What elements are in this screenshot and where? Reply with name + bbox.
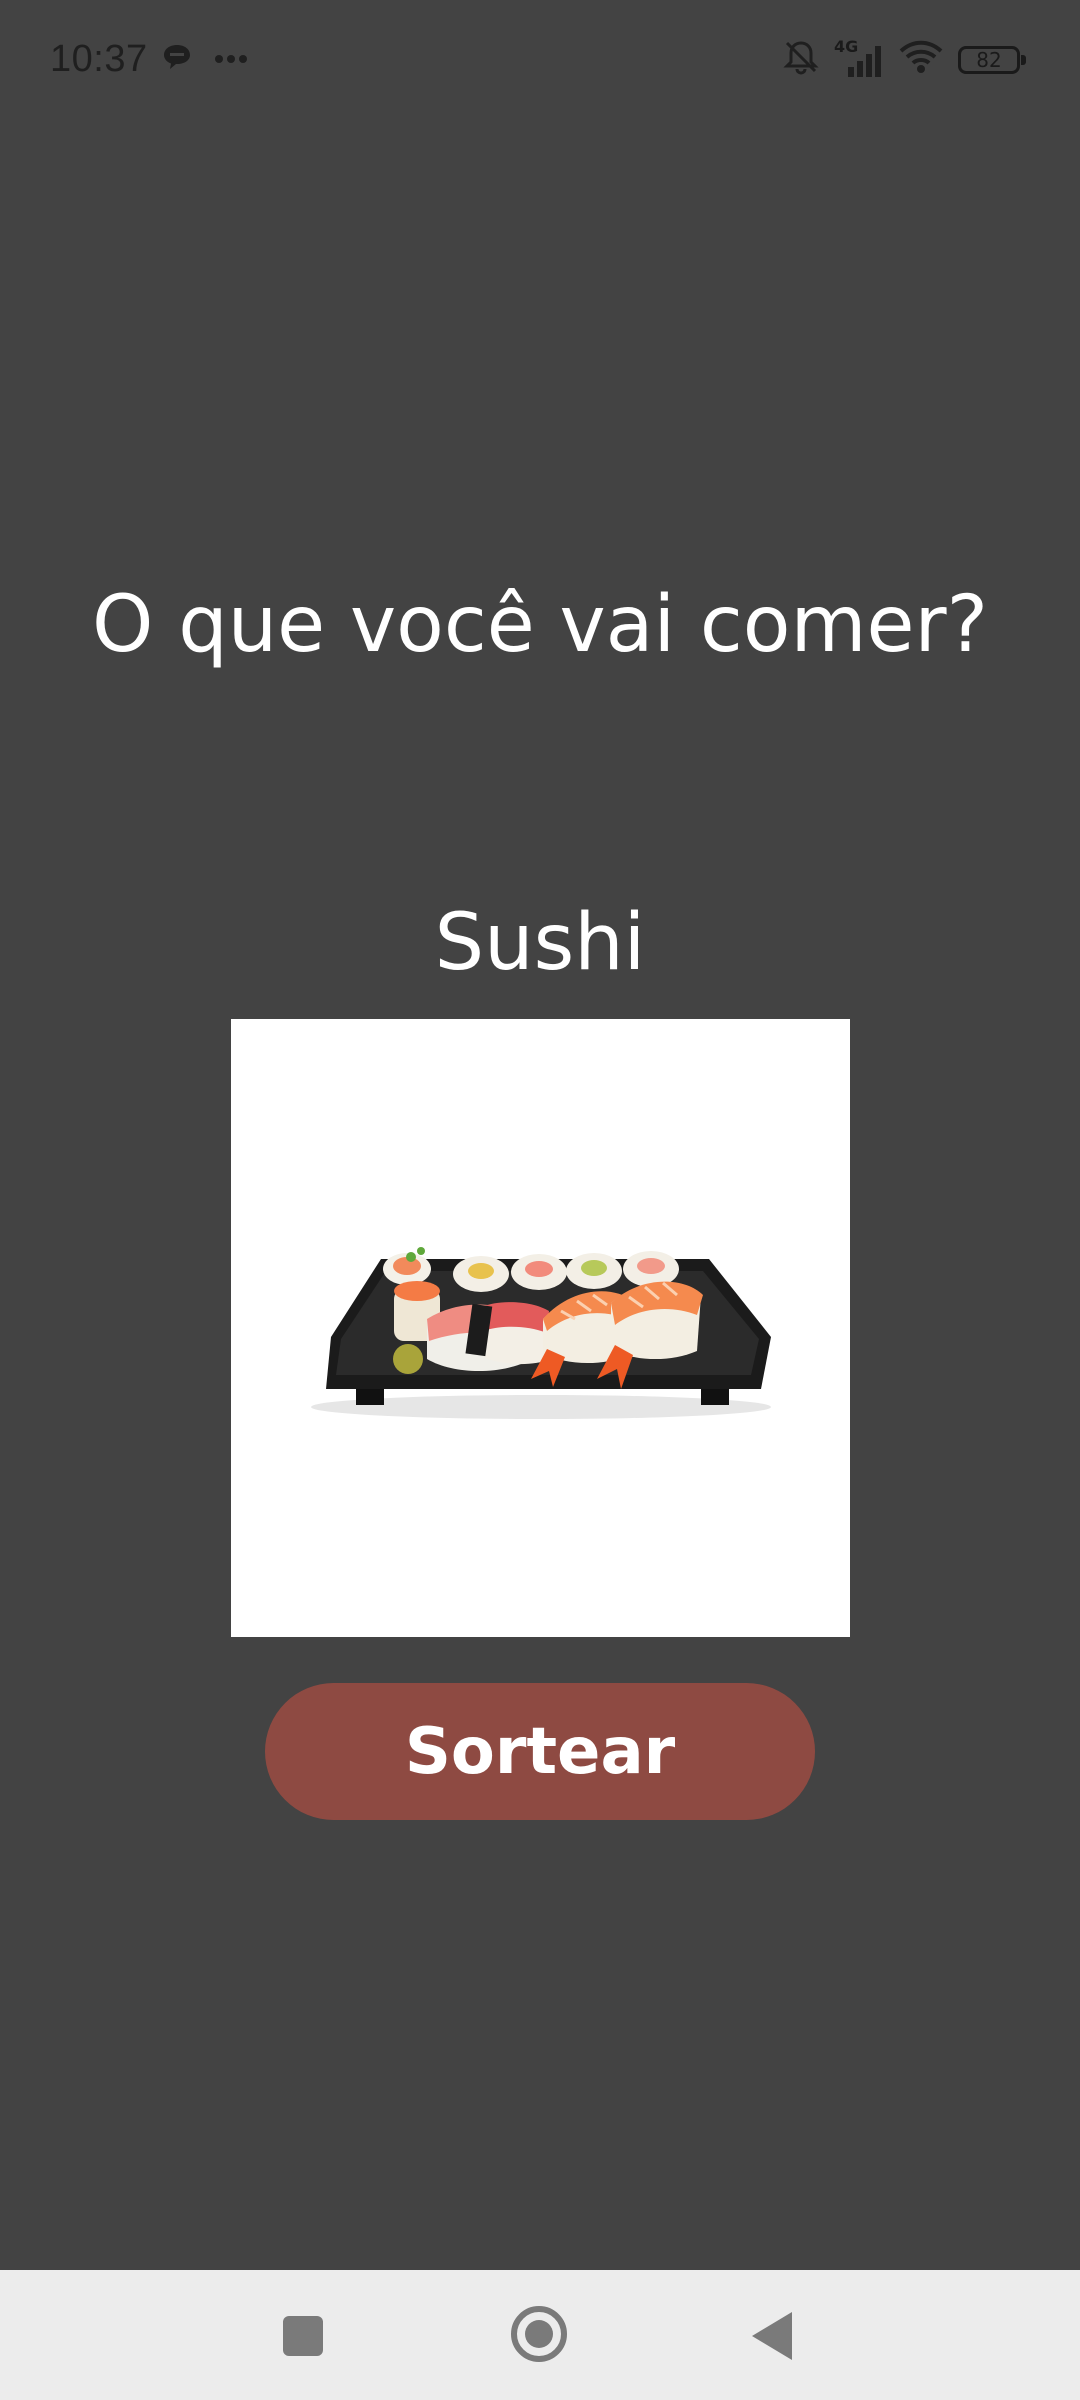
chat-bubble-icon [162, 42, 192, 77]
status-left-icons [162, 42, 248, 77]
app-screen: 10:37 4G 82 O que você vai comer? Sushi … [0, 0, 1080, 2400]
status-right-icons: 4G 82 [782, 37, 1026, 81]
status-time: 10:37 [50, 38, 148, 80]
home-circle-icon[interactable] [511, 2306, 567, 2362]
wifi-icon [898, 38, 944, 81]
battery-level: 82 [976, 47, 1002, 72]
back-triangle-icon[interactable] [752, 2312, 792, 2360]
status-bar: 10:37 4G 82 [0, 0, 1080, 120]
question-heading: O que você vai comer? [92, 580, 988, 670]
more-dots-icon [214, 51, 248, 69]
battery-icon: 82 [958, 45, 1026, 74]
navigation-bar [0, 2270, 1080, 2400]
bell-muted-icon [782, 38, 820, 81]
draw-button[interactable]: Sortear [265, 1683, 815, 1820]
recents-square-icon[interactable] [283, 2316, 323, 2356]
food-name: Sushi [434, 898, 646, 988]
sushi-tray-illustration [311, 1247, 771, 1419]
signal-icon: 4G [834, 37, 884, 79]
food-image [231, 1019, 850, 1637]
